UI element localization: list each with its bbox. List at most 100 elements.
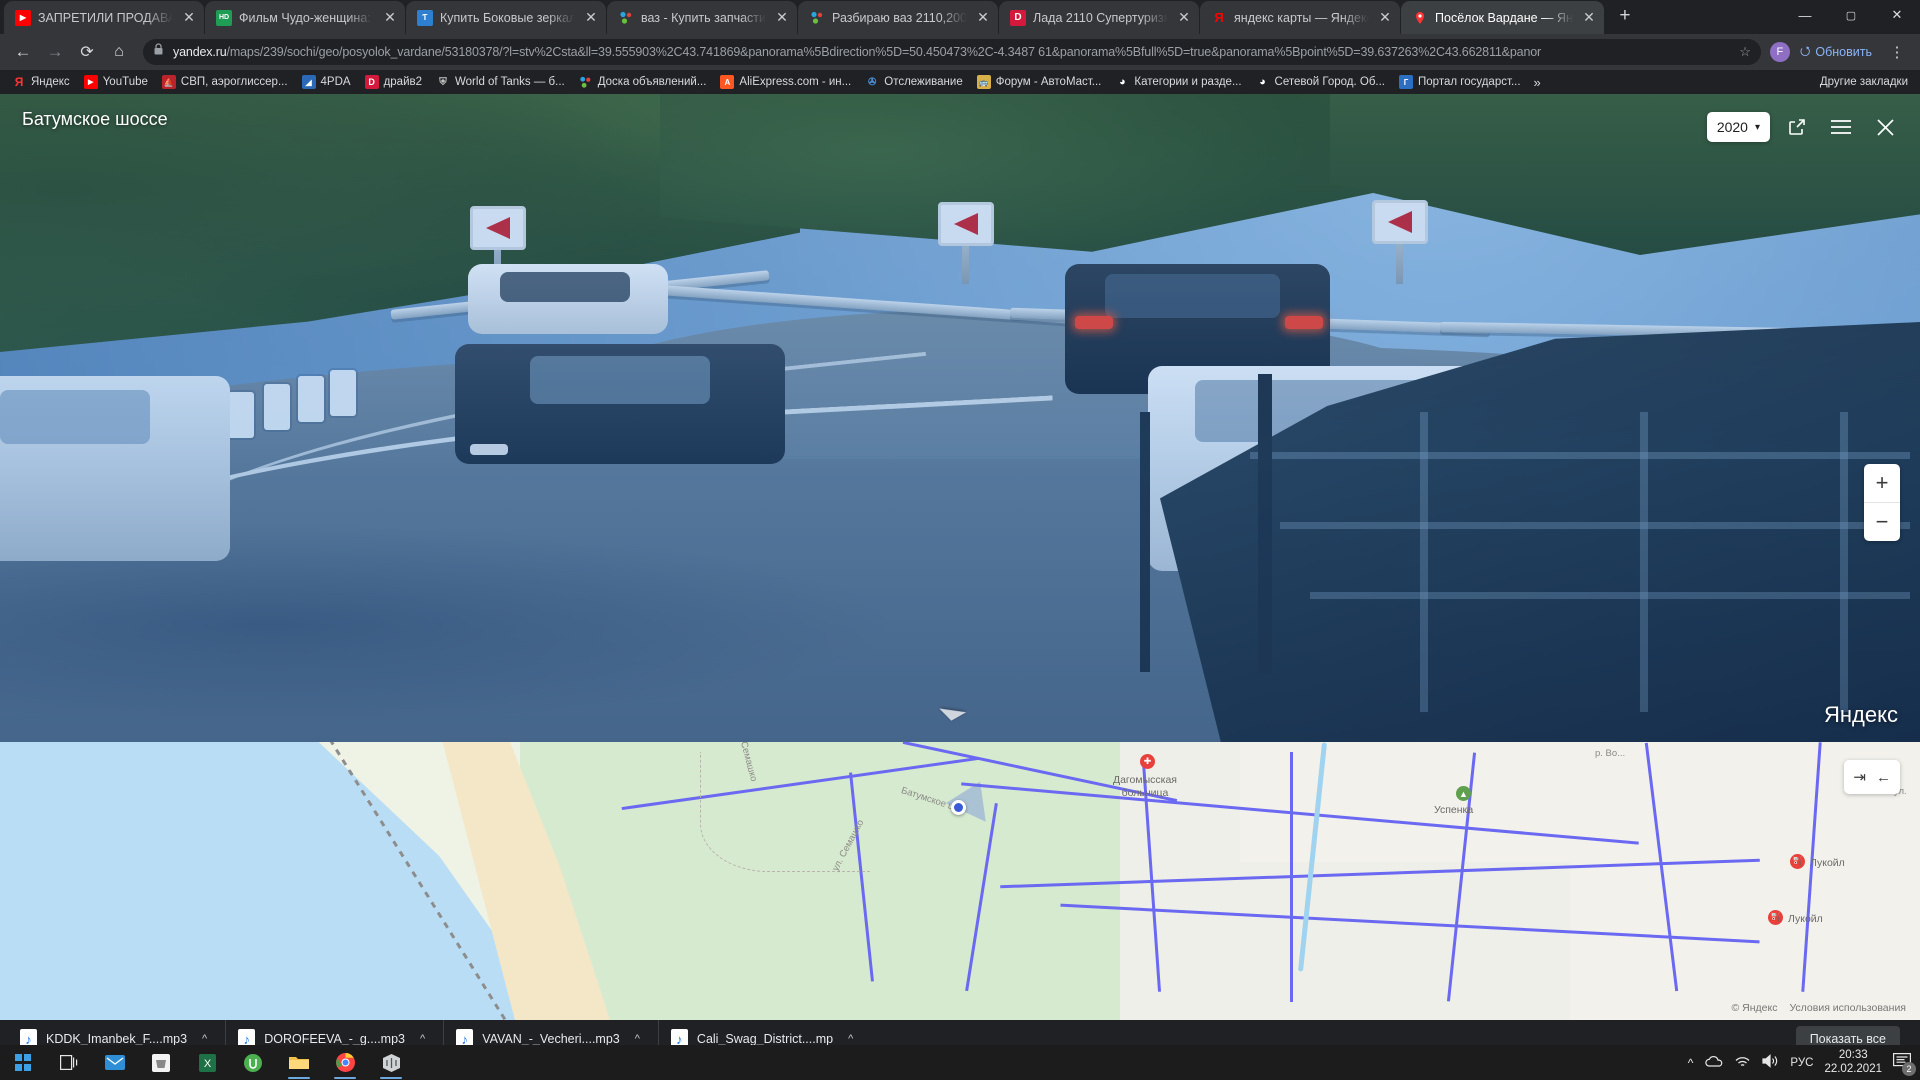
tab-title: Лада 2110 Супертуризм (1033, 10, 1169, 25)
reload-button[interactable]: ⟳ (72, 37, 102, 67)
chevron-down-icon: ▾ (1754, 121, 1760, 133)
tab-close-icon[interactable]: ✕ (1175, 9, 1193, 27)
tab-close-icon[interactable]: ✕ (582, 9, 600, 27)
panorama-year-selector[interactable]: 2020 ▾ (1706, 112, 1770, 142)
window-maximize-button[interactable]: ▢ (1828, 0, 1874, 30)
street-panorama-viewport[interactable]: Батумское шоссе 2020 ▾ + − Яндекс (0, 94, 1920, 742)
profile-avatar[interactable]: F (1769, 42, 1790, 62)
back-button[interactable]: ← (8, 37, 38, 67)
bookmark-item[interactable]: ✇ Отслеживание (859, 73, 968, 91)
tab-title: Разбираю ваз 2110,2007 го (832, 10, 967, 25)
panorama-position-marker[interactable] (951, 800, 966, 815)
bookmark-item[interactable]: A AliExpress.com - ин... (714, 73, 857, 91)
tab-close-icon[interactable]: ✕ (1376, 9, 1394, 27)
bookmark-item[interactable]: Г Портал государст... (1393, 73, 1527, 91)
onedrive-icon[interactable] (1704, 1055, 1723, 1071)
bookmark-item[interactable]: ◕ Сетевой Город. Об... (1250, 73, 1391, 91)
bookmark-item[interactable]: ⛨ World of Tanks — б... (430, 73, 571, 91)
browser-tab[interactable]: Ƭ Купить Боковые зеркала "/ ✕ (406, 1, 606, 34)
taskbar-apps: X (0, 1045, 414, 1080)
notification-icon[interactable]: 2 (1893, 1053, 1916, 1076)
update-button[interactable]: ⭯ Обновить (1792, 40, 1880, 64)
windows-start-icon[interactable] (0, 1045, 46, 1080)
share-icon[interactable] (1780, 110, 1814, 144)
show-hidden-icons-button[interactable]: ^ (1688, 1056, 1694, 1070)
tab-close-icon[interactable]: ✕ (974, 9, 992, 27)
poi-label: Дагомысская больница (1112, 774, 1177, 800)
tab-close-icon[interactable]: ✕ (381, 9, 399, 27)
tab-close-icon[interactable]: ✕ (773, 9, 791, 27)
bookmark-item[interactable]: ▶ YouTube (78, 73, 154, 91)
chrome-icon[interactable] (322, 1045, 368, 1080)
move-forward-chevron-icon[interactable] (935, 708, 969, 723)
globe-icon: ◕ (1259, 76, 1266, 88)
browser-tab[interactable]: Разбираю ваз 2110,2007 го ✕ (798, 1, 999, 34)
download-menu-caret-icon[interactable]: ^ (635, 1033, 640, 1045)
address-bar[interactable]: yandex.ru/maps/239/sochi/geo/posyolok_va… (143, 39, 1761, 65)
excel-icon[interactable]: X (184, 1045, 230, 1080)
kebab-menu-icon[interactable]: ⋮ (1882, 37, 1912, 67)
panorama-top-controls: 2020 ▾ (1706, 110, 1902, 144)
task-view-icon[interactable] (46, 1045, 92, 1080)
download-menu-caret-icon[interactable]: ^ (202, 1033, 207, 1045)
park-poi-icon[interactable]: ▲ (1456, 786, 1471, 801)
update-icon: ⭯ (1799, 43, 1811, 58)
taskbar-clock[interactable]: 20:33 22.02.2021 (1824, 1049, 1882, 1075)
bookmark-label: Доска объявлений... (597, 76, 707, 88)
bookmark-label: драйв2 (383, 76, 423, 88)
fuel-poi-icon[interactable]: ⛽ (1790, 854, 1805, 869)
browser-tab[interactable]: ▶ ЗАПРЕТИЛИ ПРОДАВАТЬ ✕ (4, 1, 204, 34)
bookmark-item[interactable]: D драйв2 (359, 73, 428, 91)
home-button[interactable]: ⌂ (104, 37, 134, 67)
bookmark-item[interactable]: ◢ 4PDA (296, 73, 357, 91)
browser-tab-active[interactable]: Посёлок Вардане — Ян ✕ (1401, 1, 1604, 34)
tab-close-icon[interactable]: ✕ (180, 9, 198, 27)
speaker-icon[interactable] (1762, 1054, 1779, 1071)
forward-button[interactable]: → (40, 37, 70, 67)
browser-tab[interactable]: HD Фильм Чудо-женщина: 198 ✕ (205, 1, 405, 34)
bookmark-item[interactable]: 🚌 Форум - АвтоМаст... (971, 73, 1108, 91)
bookmark-item[interactable]: ⛵ СВП, аэроглиссер... (156, 73, 294, 91)
panorama-street-name: Батумское шоссе (22, 109, 168, 129)
file-explorer-icon[interactable] (276, 1045, 322, 1080)
yandex-icon: Я (14, 75, 24, 89)
bookmark-label: AliExpress.com - ин... (739, 76, 852, 88)
browser-tab[interactable]: ваз - Купить запчасти ✕ (607, 1, 798, 34)
zoom-out-button[interactable]: − (1864, 503, 1900, 541)
tab-close-icon[interactable]: ✕ (1580, 9, 1598, 27)
download-menu-caret-icon[interactable]: ^ (848, 1033, 853, 1045)
drom-icon (618, 10, 634, 26)
app-icon[interactable] (368, 1045, 414, 1080)
bookmark-item[interactable]: ◕ Категории и разде... (1109, 73, 1247, 91)
terms-link[interactable]: Условия использования (1789, 1002, 1906, 1014)
hamburger-menu-icon[interactable] (1824, 110, 1858, 144)
browser-tab[interactable]: D Лада 2110 Супертуризм ✕ (999, 1, 1200, 34)
utorrent-icon[interactable] (230, 1045, 276, 1080)
bookmarks-bar: Я Яндекс ▶ YouTube ⛵ СВП, аэроглиссер...… (0, 70, 1920, 94)
wot-icon: ⛨ (439, 76, 447, 88)
window-close-button[interactable]: ✕ (1874, 0, 1920, 30)
bookmark-item[interactable]: Я Яндекс (6, 73, 76, 91)
zoom-in-button[interactable]: + (1864, 464, 1900, 502)
wifi-icon[interactable] (1734, 1054, 1751, 1071)
hospital-poi-icon[interactable]: ✚ (1140, 754, 1155, 769)
store-icon[interactable] (138, 1045, 184, 1080)
language-indicator[interactable]: РУС (1790, 1057, 1813, 1069)
bookmark-item[interactable]: Доска объявлений... (573, 73, 713, 91)
expand-arrow-icon[interactable]: ⇥ (1853, 768, 1866, 786)
window-minimize-button[interactable]: — (1782, 0, 1828, 30)
mail-icon[interactable] (92, 1045, 138, 1080)
tab-title: Посёлок Вардане — Ян (1435, 10, 1573, 25)
fuel-poi-icon[interactable]: ⛽ (1768, 910, 1783, 925)
new-tab-button[interactable]: + (1611, 3, 1639, 31)
other-bookmarks-button[interactable]: Другие закладки (1815, 76, 1914, 88)
browser-tab[interactable]: Я яндекс карты — Яндекс: на ✕ (1200, 1, 1401, 34)
bookmark-label: Сетевой Город. Об... (1274, 76, 1386, 88)
mini-map[interactable]: ✚ Дагомысская больница ▲ Успенка ⛽ Лукой… (0, 742, 1920, 1020)
collapse-arrow-icon[interactable]: ← (1876, 769, 1891, 786)
close-icon[interactable] (1868, 110, 1902, 144)
panorama-blue-tint (0, 94, 1920, 742)
bookmarks-overflow-button[interactable]: » (1529, 75, 1546, 90)
download-menu-caret-icon[interactable]: ^ (420, 1033, 425, 1045)
bookmark-star-icon[interactable]: ☆ (1739, 44, 1751, 60)
